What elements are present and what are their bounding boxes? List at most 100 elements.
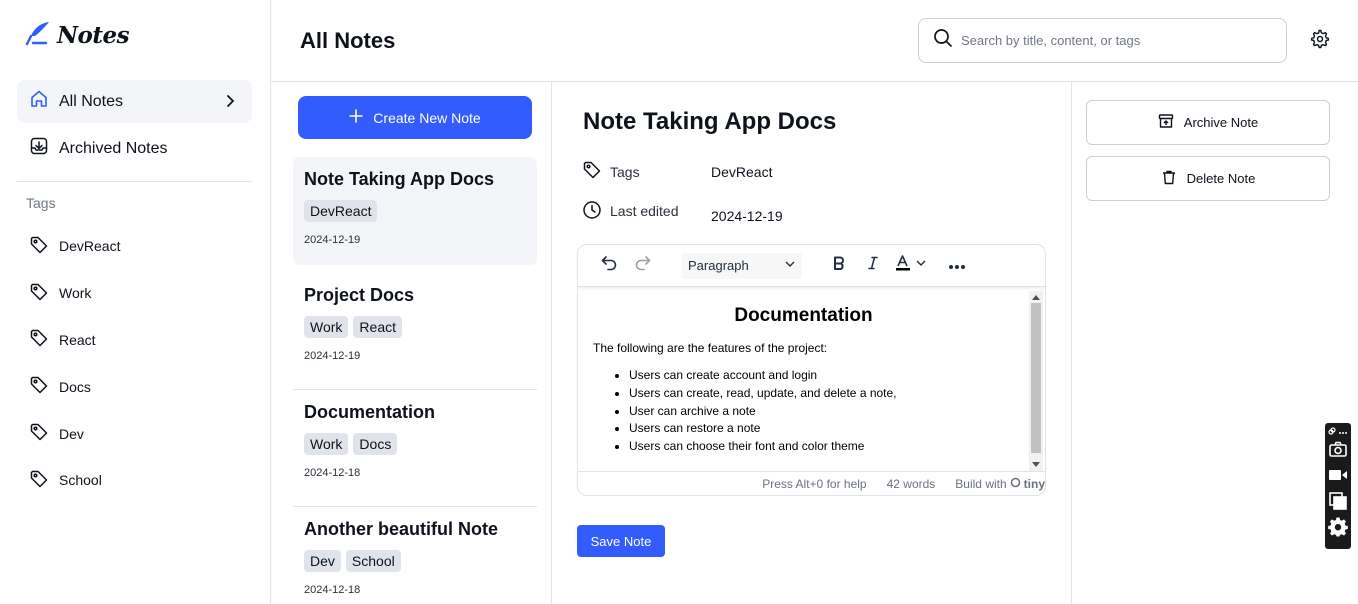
sidebar-divider <box>17 181 252 182</box>
sidebar-nav: All Notes Archived Notes <box>17 80 252 174</box>
capture-widget <box>1325 423 1351 549</box>
camera-button[interactable] <box>1327 438 1349 464</box>
sidebar-tag-devreact[interactable]: DevReact <box>17 223 252 270</box>
home-icon <box>29 89 49 114</box>
tiny-branding[interactable]: Build with tiny <box>955 477 1045 491</box>
rich-text-editor: Paragraph Documentation The following ar… <box>577 244 1046 496</box>
tag-label: School <box>59 472 102 489</box>
note-title-heading[interactable]: Note Taking App Docs <box>583 108 836 136</box>
content-feature-list: Users can create account and login Users… <box>629 367 1014 456</box>
note-card-another-beautiful-note[interactable]: Another beautiful Note Dev School 2024-1… <box>293 507 537 604</box>
redo-button[interactable] <box>626 252 660 280</box>
notes-list-panel: Create New Note Note Taking App Docs Dev… <box>271 82 552 604</box>
undo-button[interactable] <box>592 252 626 280</box>
tag-label: React <box>59 331 96 348</box>
list-item: Users can create account and login <box>629 367 1014 385</box>
delete-note-button[interactable]: Delete Note <box>1086 156 1330 201</box>
note-date: 2024-12-18 <box>304 584 361 596</box>
scroll-down-arrow-icon[interactable] <box>1032 462 1040 467</box>
search-box[interactable] <box>918 18 1287 63</box>
tag-label: Work <box>59 285 92 302</box>
tag-chip: Dev <box>304 550 341 572</box>
chevron-right-icon <box>222 93 238 114</box>
tag-label: DevReact <box>59 238 121 255</box>
text-color-button[interactable] <box>890 252 934 280</box>
link-icon[interactable] <box>1328 427 1336 437</box>
last-edited-value: 2024-12-19 <box>711 208 783 224</box>
scrollbar-thumb[interactable] <box>1031 303 1041 453</box>
save-note-button[interactable]: Save Note <box>577 525 665 557</box>
page-title: All Notes <box>300 28 396 53</box>
tag-icon <box>29 235 49 258</box>
create-note-label: Create New Note <box>373 109 481 126</box>
video-camera-icon <box>1328 468 1348 487</box>
scroll-up-arrow-icon[interactable] <box>1032 295 1040 300</box>
note-date: 2024-12-18 <box>304 467 361 479</box>
tags-value[interactable]: DevReact <box>711 164 772 180</box>
word-count[interactable]: 42 words <box>887 477 936 491</box>
widget-header <box>1328 426 1348 438</box>
note-card-documentation[interactable]: Documentation Work Docs 2024-12-18 <box>293 390 537 507</box>
trash-icon <box>1161 169 1177 188</box>
sidebar-tag-docs[interactable]: Docs <box>17 363 252 410</box>
search-input[interactable] <box>961 33 1261 48</box>
more-options-button[interactable] <box>940 252 974 280</box>
tag-label: Docs <box>59 378 91 395</box>
block-format-value: Paragraph <box>688 258 749 273</box>
sidebar-tag-react[interactable]: React <box>17 317 252 364</box>
window-capture-button[interactable] <box>1327 490 1349 516</box>
editor-content-area[interactable]: Documentation The following are the feat… <box>578 287 1029 473</box>
note-title: Project Docs <box>304 285 415 305</box>
content-heading: Documentation <box>734 305 873 326</box>
more-horizontal-icon[interactable] <box>1338 428 1348 437</box>
note-title: Note Taking App Docs <box>304 169 495 189</box>
sidebar-tag-dev[interactable]: Dev <box>17 410 252 457</box>
note-title: Documentation <box>304 402 436 422</box>
sidebar-tag-work[interactable]: Work <box>17 270 252 317</box>
text-color-icon <box>894 254 930 277</box>
sidebar-item-all-notes[interactable]: All Notes <box>17 80 252 123</box>
sidebar-item-label: All Notes <box>59 92 124 110</box>
search-icon <box>933 28 953 53</box>
archive-note-button[interactable]: Archive Note <box>1086 100 1330 145</box>
video-record-button[interactable] <box>1327 464 1349 490</box>
widget-settings-button[interactable] <box>1327 516 1349 542</box>
archive-box-icon <box>1158 113 1174 132</box>
bold-button[interactable] <box>822 252 856 280</box>
editor-scrollbar[interactable] <box>1029 291 1043 471</box>
note-card-project-docs[interactable]: Project Docs Work React 2024-12-19 <box>293 273 537 390</box>
italic-icon <box>865 255 881 276</box>
undo-icon <box>600 254 618 277</box>
create-note-button[interactable]: Create New Note <box>298 96 532 139</box>
archive-icon <box>29 136 49 161</box>
italic-button[interactable] <box>856 252 890 280</box>
plus-icon <box>349 109 364 126</box>
tag-icon <box>582 160 602 183</box>
clock-icon <box>582 200 602 223</box>
note-card-note-taking-app-docs[interactable]: Note Taking App Docs DevReact 2024-12-19 <box>293 157 537 265</box>
sidebar-item-label: Archived Notes <box>59 139 168 157</box>
app-logo[interactable]: Notes <box>25 20 130 51</box>
settings-button[interactable] <box>1308 29 1332 53</box>
tags-label: Tags <box>610 163 640 180</box>
bold-icon <box>831 255 847 276</box>
note-date: 2024-12-19 <box>304 234 361 246</box>
note-tags-row: Tags DevReact <box>582 160 772 183</box>
sidebar-item-archived-notes[interactable]: Archived Notes <box>17 127 252 170</box>
header: All Notes <box>271 0 1358 82</box>
sidebar-tag-school[interactable]: School <box>17 457 252 504</box>
list-item: Users can restore a note <box>629 420 1014 438</box>
tag-chip: Work <box>304 433 349 455</box>
gear-icon <box>1328 517 1348 542</box>
list-item: User can archive a note <box>629 403 1014 421</box>
list-item: Users can choose their font and color th… <box>629 438 1014 456</box>
block-format-select[interactable]: Paragraph <box>682 252 802 279</box>
note-title: Another beautiful Note <box>304 519 498 539</box>
editor-statusbar: Press Alt+0 for help 42 words Build with… <box>578 471 1045 495</box>
note-actions-panel: Archive Note Delete Note <box>1072 82 1358 604</box>
chevron-down-icon <box>784 258 796 273</box>
tag-icon <box>29 469 49 492</box>
gear-icon <box>1310 29 1330 54</box>
tiny-logo-icon <box>1010 477 1021 491</box>
tag-chip: Docs <box>353 433 398 455</box>
